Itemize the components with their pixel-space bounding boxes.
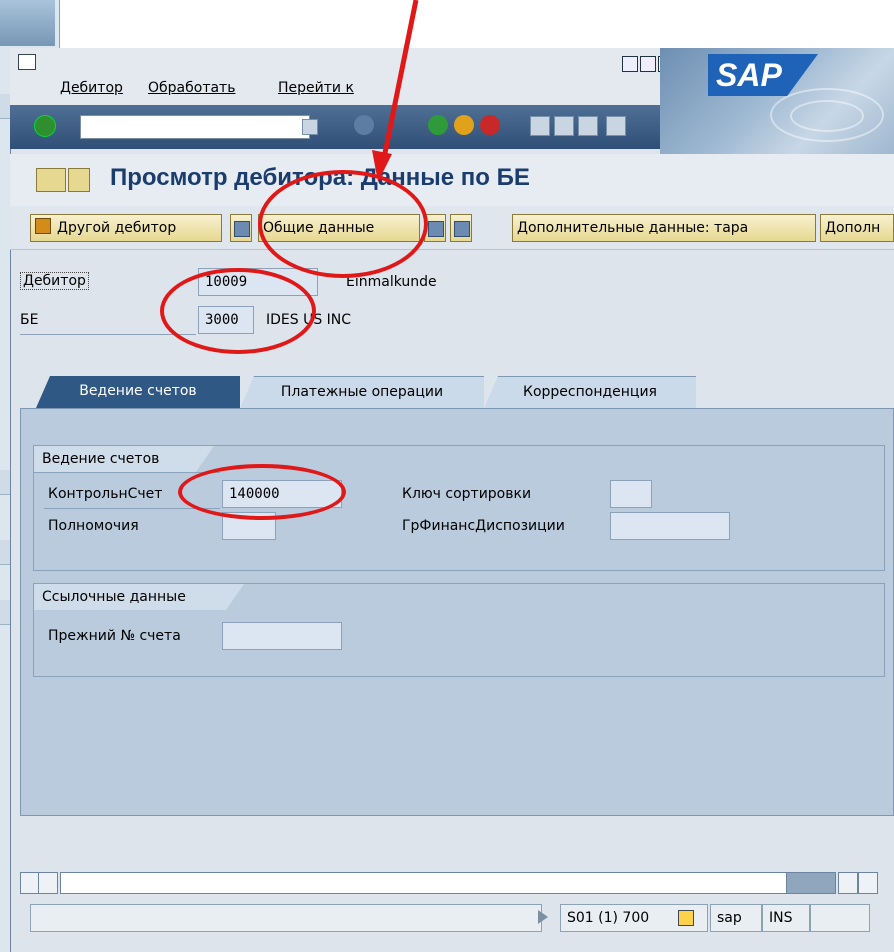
annotation-overlay: [372, 0, 419, 182]
annotation-circle-control-account: [178, 464, 346, 520]
annotation-circle-debtor: [160, 268, 316, 354]
annotation-circle-general-data: [258, 170, 428, 278]
annotation-arrow-line: [381, 0, 419, 159]
